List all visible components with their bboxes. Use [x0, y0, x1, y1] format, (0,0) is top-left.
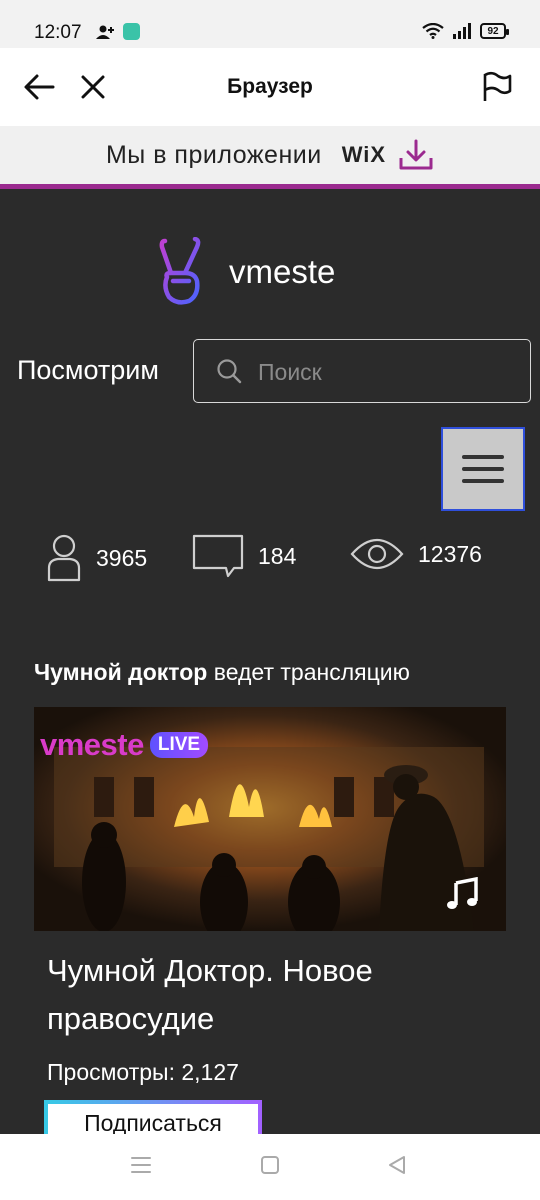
peace-hand-logo-icon [159, 237, 201, 305]
status-left-icons [95, 23, 140, 40]
triangle-back-icon [389, 1156, 405, 1174]
browser-title: Браузер [227, 75, 313, 98]
music-note-icon [447, 877, 478, 909]
menu-line [462, 467, 504, 471]
site-stats: 3965 184 12376 [0, 534, 540, 594]
search-input[interactable] [258, 354, 518, 390]
system-navigation-bar [0, 1134, 540, 1200]
site-logo-text: vmeste [229, 253, 336, 290]
app-notification-icon [123, 23, 140, 40]
stream-heading: Чумной доктор ведет трансляцию [34, 659, 410, 686]
live-branding: vmeste LIVE [40, 727, 209, 763]
menu-line [462, 479, 504, 483]
wix-logo: WiX [341, 142, 387, 167]
stream-thumbnail[interactable]: vmeste LIVE [34, 707, 506, 931]
comment-icon [192, 534, 244, 578]
streamer-name[interactable]: Чумной доктор [34, 659, 207, 685]
stream-views: Просмотры: 2,127 [47, 1059, 239, 1085]
comments-count: 184 [258, 542, 297, 569]
watch-label: Посмотрим [17, 355, 159, 385]
app-promo-banner[interactable]: Мы в приложении WiX [0, 126, 540, 184]
square-icon [261, 1156, 279, 1174]
eye-icon [350, 539, 404, 569]
subscribe-button[interactable]: Подписаться [44, 1100, 262, 1134]
stream-action-text: ведет трансляцию [207, 659, 410, 685]
stat-users: 3965 [46, 534, 147, 582]
battery-icon: 92 [480, 23, 509, 39]
brand-watermark: vmeste [40, 727, 144, 762]
live-badge: LIVE [149, 732, 209, 758]
user-icon [47, 534, 81, 582]
stream-title[interactable]: Чумной Доктор. Новое правосудие [47, 947, 497, 1043]
search-icon [217, 359, 242, 384]
hamburger-menu-button[interactable] [441, 427, 525, 511]
promo-text: Мы в приложении [105, 140, 322, 169]
report-button[interactable] [480, 70, 514, 104]
status-right-icons: 92 [422, 23, 509, 39]
site-logo[interactable]: vmeste [155, 237, 335, 307]
wifi-icon [422, 23, 444, 39]
person-add-icon [96, 25, 114, 39]
home-button[interactable] [259, 1154, 281, 1181]
browser-toolbar: Браузер [0, 48, 540, 126]
signal-icon [453, 23, 471, 39]
recent-apps-button[interactable] [130, 1154, 152, 1181]
system-back-button[interactable] [386, 1154, 408, 1181]
download-icon [399, 139, 433, 170]
search-row: Посмотрим [17, 339, 531, 405]
menu-line [462, 455, 504, 459]
battery-level: 92 [487, 25, 499, 37]
stat-comments: 184 [192, 534, 296, 578]
status-time: 12:07 [34, 22, 82, 43]
users-count: 3965 [96, 544, 148, 571]
views-count: 12376 [418, 540, 482, 567]
stat-views: 12376 [350, 534, 482, 574]
menu-lines-icon [131, 1157, 151, 1173]
subscribe-label: Подписаться [84, 1110, 222, 1134]
website-content: vmeste Посмотрим 3965 184 [0, 189, 540, 1134]
search-box[interactable] [193, 339, 531, 403]
flag-icon [483, 71, 512, 101]
status-bar: 12:07 92 [0, 0, 540, 48]
